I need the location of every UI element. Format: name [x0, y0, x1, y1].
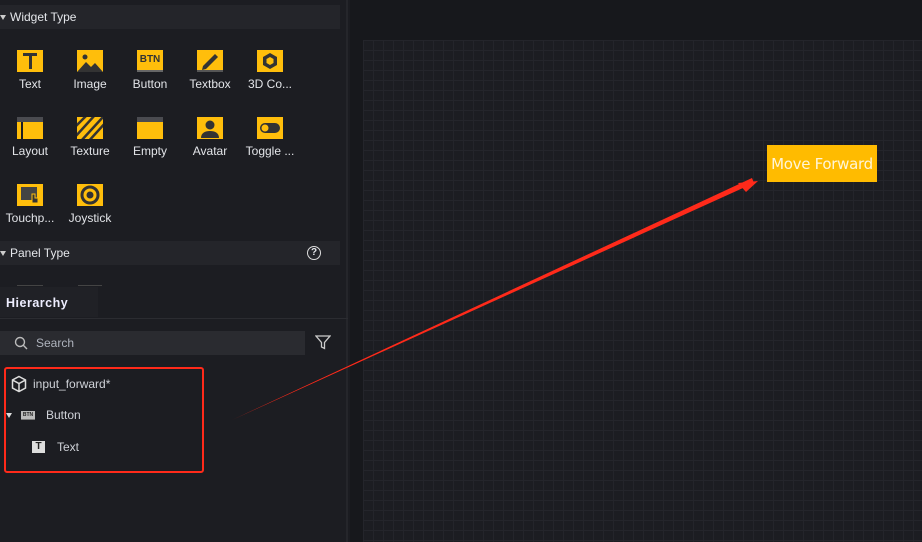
- annotation-arrow: [232, 178, 758, 420]
- arrow-shaft: [232, 178, 754, 420]
